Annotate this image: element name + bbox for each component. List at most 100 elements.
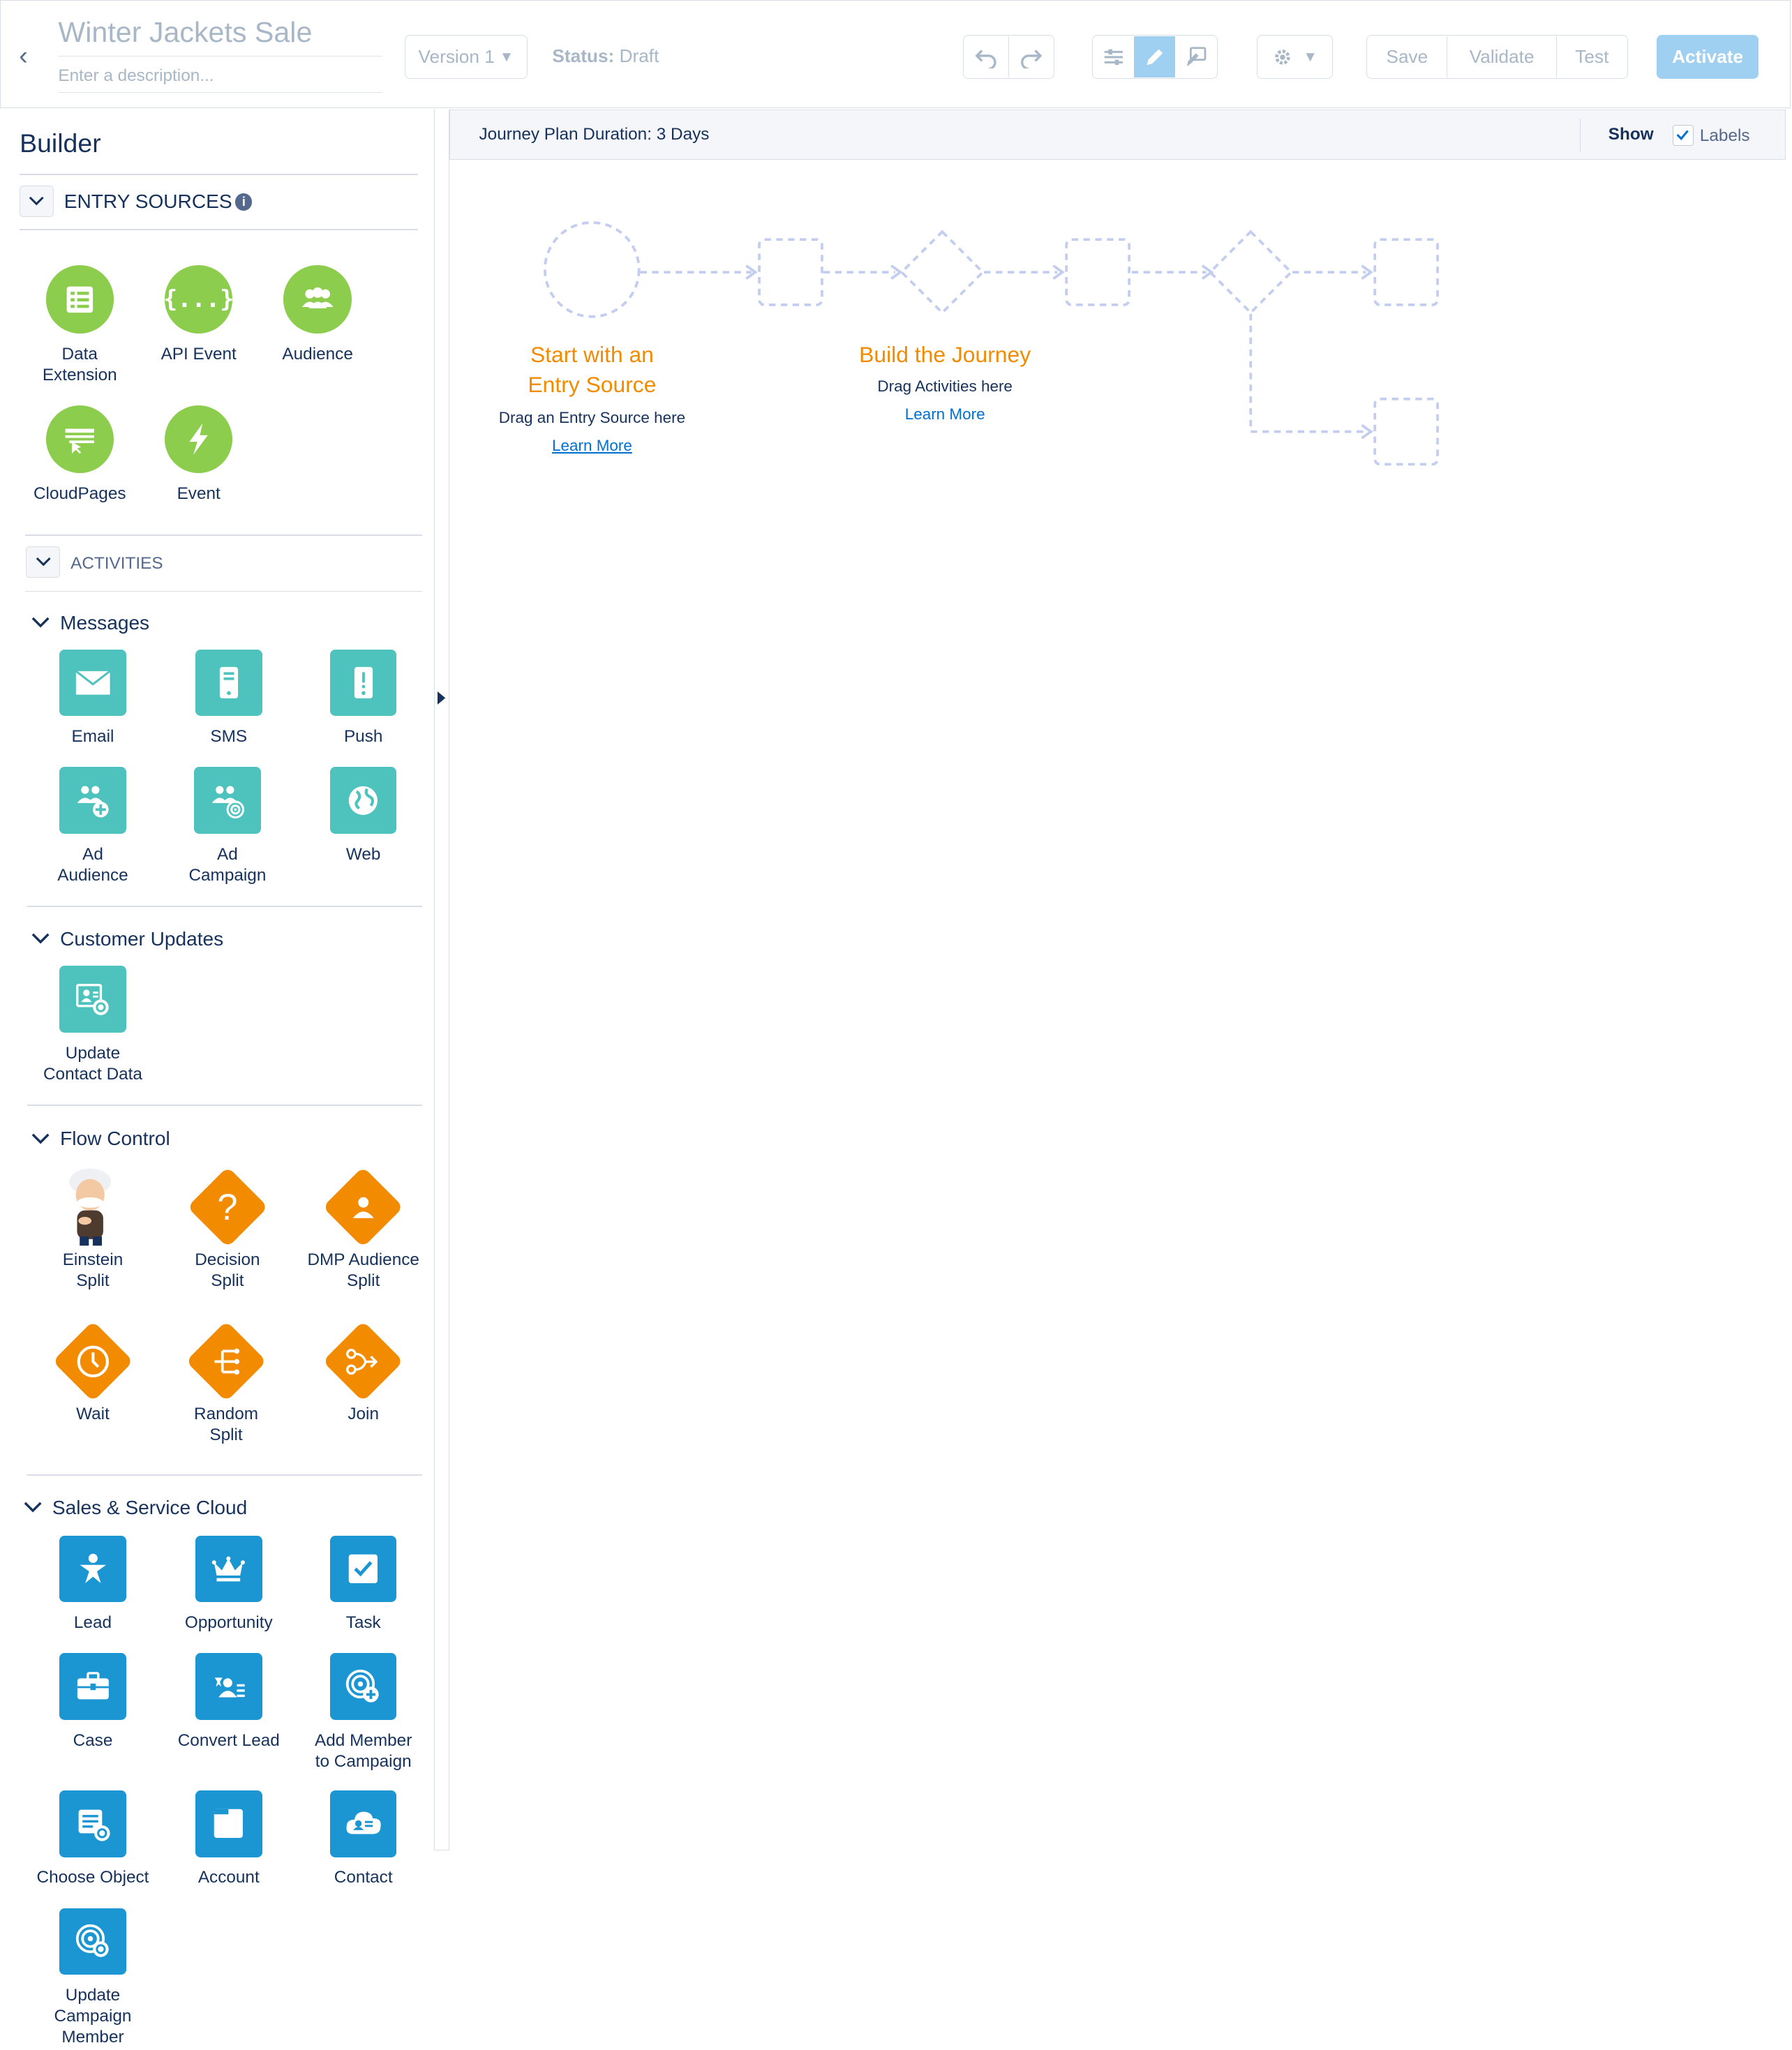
- sales-service-group-toggle[interactable]: Sales & Service Cloud: [24, 1497, 247, 1519]
- activity-placeholder: [1373, 237, 1440, 306]
- clock-icon: [51, 1320, 135, 1404]
- undo-icon[interactable]: [964, 36, 1009, 78]
- entry-event[interactable]: Event: [133, 405, 264, 504]
- test-button[interactable]: Test: [1557, 36, 1627, 78]
- tile-label: Email: [71, 727, 114, 747]
- build-learn-more-link[interactable]: Learn More: [814, 405, 1076, 424]
- tile-label: Contact: [334, 1868, 393, 1887]
- tile-label: Random Split: [194, 1404, 258, 1444]
- info-icon[interactable]: i: [235, 193, 253, 211]
- entry-api-event[interactable]: {...} API Event: [133, 265, 264, 364]
- journey-title-input[interactable]: Winter Jackets Sale: [58, 16, 382, 57]
- activity-wait[interactable]: Wait: [27, 1320, 158, 1425]
- activity-update-campaign-member[interactable]: Update Campaign Member: [27, 1908, 158, 2048]
- tile-label: Opportunity: [184, 1613, 273, 1633]
- journey-plan-bar: Journey Plan Duration: 3 Days Show Label…: [449, 110, 1786, 160]
- activity-ad-campaign[interactable]: Ad Campaign: [162, 767, 292, 885]
- journey-canvas[interactable]: Start with an Entry Source Drag an Entry…: [451, 160, 1791, 2049]
- tile-label: Update Contact Data: [43, 1043, 142, 1084]
- tile-label: Einstein Split: [62, 1250, 124, 1290]
- sms-icon: [195, 649, 262, 717]
- activity-dmp-audience-split[interactable]: DMP Audience Split: [298, 1166, 428, 1292]
- activity-lead[interactable]: Lead: [27, 1535, 158, 1633]
- data-extension-icon: [45, 265, 114, 334]
- crown-icon: [195, 1535, 262, 1603]
- activity-random-split[interactable]: Random Split: [160, 1320, 291, 1446]
- chevron-down-icon: ▼: [1303, 48, 1317, 65]
- messages-group-toggle[interactable]: Messages: [31, 612, 149, 634]
- settings-filter-icon[interactable]: [1093, 36, 1134, 78]
- chevron-down-icon: [31, 617, 50, 628]
- lead-icon: [59, 1535, 126, 1603]
- entry-source-hint: Drag an Entry Source here: [498, 409, 686, 427]
- entry-audience[interactable]: Audience: [252, 265, 382, 364]
- activity-sms[interactable]: SMS: [163, 649, 294, 747]
- labels-label: Labels: [1699, 126, 1750, 145]
- split-placeholder: [899, 229, 985, 315]
- description-input[interactable]: Enter a description...: [58, 66, 382, 93]
- customer-updates-group-toggle[interactable]: Customer Updates: [31, 928, 223, 950]
- gear-dropdown[interactable]: ▼: [1256, 34, 1333, 80]
- mode-group: [1091, 34, 1218, 80]
- sidebar-collapse-bar[interactable]: [433, 110, 450, 1851]
- entry-data-extension[interactable]: Data Extension: [15, 265, 145, 385]
- divider: [1579, 118, 1581, 153]
- version-label: Version 1: [418, 46, 495, 68]
- tile-label: DMP Audience Split: [307, 1250, 419, 1290]
- entry-cloudpages[interactable]: CloudPages: [15, 405, 145, 504]
- labels-checkbox[interactable]: [1672, 124, 1694, 146]
- validate-button[interactable]: Validate: [1447, 36, 1557, 78]
- plan-duration: Journey Plan Duration: 3 Days: [479, 124, 710, 144]
- activity-contact[interactable]: Contact: [298, 1790, 428, 1888]
- push-icon: [329, 649, 397, 717]
- activity-decision-split[interactable]: ? Decision Split: [162, 1166, 292, 1292]
- task-checkbox-icon: [329, 1535, 397, 1603]
- gear-icon: [1274, 49, 1290, 65]
- join-icon: [322, 1320, 405, 1404]
- campaign-add-icon: [329, 1653, 397, 1720]
- api-event-icon: {...}: [163, 265, 234, 334]
- einstein-icon: [51, 1166, 135, 1250]
- activity-join[interactable]: Join: [298, 1320, 428, 1425]
- activity-push[interactable]: Push: [298, 649, 428, 747]
- activity-email[interactable]: Email: [27, 649, 158, 747]
- activity-task[interactable]: Task: [298, 1535, 428, 1633]
- convert-lead-icon: [195, 1653, 262, 1720]
- flow-control-group-toggle[interactable]: Flow Control: [31, 1128, 170, 1150]
- activity-account[interactable]: Account: [163, 1790, 294, 1888]
- activities-heading: ACTIVITIES: [70, 554, 163, 574]
- activity-case[interactable]: Case: [27, 1653, 158, 1751]
- tile-label: Lead: [73, 1613, 112, 1633]
- globe-icon: [329, 767, 397, 834]
- activity-web[interactable]: Web: [298, 767, 428, 865]
- activity-einstein-split[interactable]: Einstein Split: [27, 1166, 158, 1292]
- chevron-down-icon: [31, 1133, 50, 1144]
- entry-sources-toggle[interactable]: [20, 185, 54, 217]
- activities-toggle[interactable]: [26, 546, 61, 578]
- contact-cloud-icon: [329, 1790, 397, 1857]
- activity-update-contact-data[interactable]: Update Contact Data: [27, 966, 158, 1084]
- save-button[interactable]: Save: [1367, 36, 1448, 78]
- email-icon: [59, 649, 126, 717]
- back-icon[interactable]: ‹: [19, 40, 40, 71]
- activate-button[interactable]: Activate: [1657, 34, 1759, 80]
- entry-learn-more-link[interactable]: Learn More: [461, 437, 723, 455]
- tile-label: Event: [177, 484, 221, 503]
- tile-label: SMS: [210, 727, 248, 747]
- activity-convert-lead[interactable]: Convert Lead: [163, 1653, 294, 1751]
- activity-add-member-to-campaign[interactable]: Add Member to Campaign: [298, 1653, 428, 1772]
- status-value: Draft: [619, 45, 659, 66]
- divider: [24, 590, 422, 592]
- activity-opportunity[interactable]: Opportunity: [163, 1535, 294, 1633]
- tile-label: Account: [197, 1868, 260, 1887]
- activity-choose-object[interactable]: Choose Object: [27, 1790, 158, 1888]
- activity-ad-audience[interactable]: Ad Audience: [27, 767, 158, 885]
- comment-edit-icon[interactable]: [1175, 36, 1216, 78]
- version-dropdown[interactable]: Version 1 ▼: [404, 34, 528, 80]
- tile-label: API Event: [160, 344, 237, 364]
- redo-icon[interactable]: [1009, 36, 1054, 78]
- tile-label: Join: [348, 1404, 379, 1423]
- edit-pencil-icon[interactable]: [1134, 36, 1176, 78]
- divider: [27, 1104, 422, 1106]
- flow-control-heading: Flow Control: [60, 1128, 170, 1150]
